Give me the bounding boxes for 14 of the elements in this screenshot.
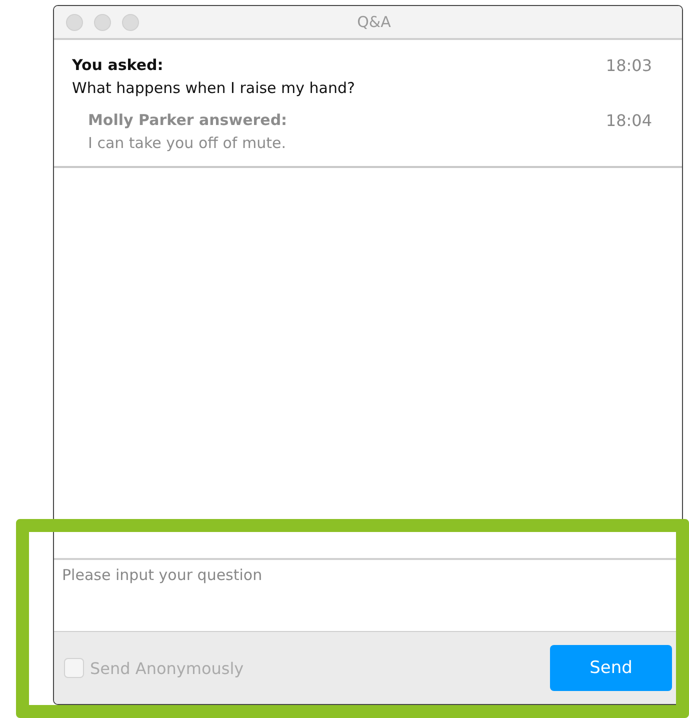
minimize-window-icon[interactable] bbox=[94, 14, 111, 30]
question-time: 18:03 bbox=[606, 56, 652, 75]
zoom-window-icon[interactable] bbox=[122, 14, 139, 30]
send-button[interactable]: Send bbox=[550, 645, 672, 691]
answer-label: Molly Parker answered: bbox=[88, 111, 288, 130]
answer-text: I can take you off of mute. bbox=[88, 134, 287, 152]
checkbox-box[interactable] bbox=[64, 658, 84, 678]
send-anonymously-checkbox[interactable]: Send Anonymously bbox=[64, 658, 244, 678]
question-label: You asked: bbox=[72, 56, 164, 75]
question-text: What happens when I raise my hand? bbox=[72, 79, 356, 97]
checkbox-label: Send Anonymously bbox=[90, 658, 244, 678]
close-window-icon[interactable] bbox=[66, 14, 83, 30]
window-title: Q&A bbox=[357, 13, 391, 31]
answer-time: 18:04 bbox=[606, 111, 652, 130]
